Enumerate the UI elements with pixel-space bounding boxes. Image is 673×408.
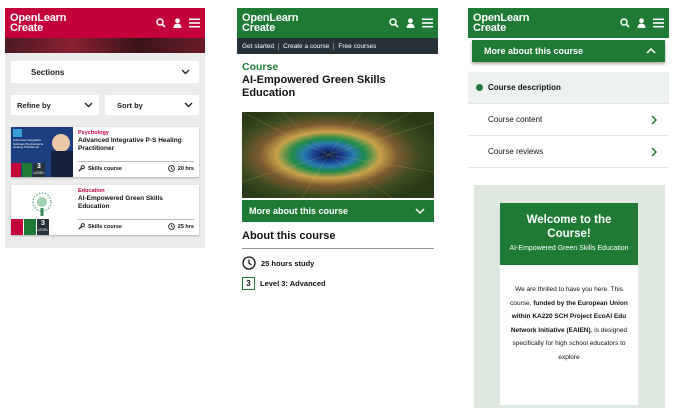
welcome-title: Welcome to the Course!	[526, 214, 612, 240]
search-icon[interactable]	[389, 18, 399, 28]
course-hours: 25 hrs	[167, 223, 194, 230]
search-icon[interactable]	[620, 18, 630, 28]
sort-label: Sort by	[117, 100, 143, 110]
welcome-text: We are thrilled to have you here. This c…	[500, 265, 638, 405]
menu-item-course-reviews[interactable]: Course reviews	[468, 136, 669, 168]
menu-item-course-description[interactable]: Course description	[468, 72, 669, 104]
refine-label: Refine by	[17, 100, 51, 110]
wrench-icon	[78, 165, 85, 172]
thumbnail-caption: Advanced Integrative Spiritual-Psycholog…	[13, 138, 44, 150]
menu-item-label: Course content	[488, 115, 543, 124]
course-label: Course	[242, 61, 279, 73]
course-level: 3 Level 3: Advanced	[242, 277, 438, 290]
level-badge: 3 LEVEL	[37, 220, 49, 232]
logo-line2: Create	[242, 22, 276, 34]
course-hours: 20 hrs	[167, 165, 194, 172]
logo-line2: Create	[10, 22, 44, 34]
user-icon[interactable]	[173, 18, 182, 28]
chevron-up-icon	[646, 48, 656, 54]
user-icon[interactable]	[406, 18, 415, 28]
openlearn-logo[interactable]: OpenLearn Create	[242, 13, 298, 34]
active-dot	[476, 84, 483, 92]
site-header: OpenLearn Create	[237, 8, 438, 38]
menu-item-label: Course description	[488, 83, 561, 92]
welcome-banner: Welcome to the Course! AI-Empowered Gree…	[500, 203, 638, 265]
nav-free-courses[interactable]: Free courses	[338, 43, 380, 50]
more-about-label: More about this course	[484, 46, 584, 56]
course-category: Psychology	[78, 130, 109, 136]
course-category: Education	[78, 188, 105, 194]
clock-icon	[242, 256, 256, 270]
level-badge: 3 LEVEL	[33, 163, 45, 175]
menu-item-label: Course reviews	[488, 147, 544, 156]
course-description-section: Welcome to the Course! AI-Empowered Gree…	[474, 185, 665, 408]
course-detail-screen: OpenLearn Create Get started Create a co…	[237, 8, 438, 328]
course-card[interactable]: Advanced Integrative Spiritual-Psycholog…	[11, 127, 199, 177]
menu-item-course-content[interactable]: Course content	[468, 104, 669, 136]
course-hero-image	[241, 111, 435, 199]
wrench-icon	[78, 223, 85, 230]
sections-dropdown[interactable]: Sections	[11, 61, 199, 83]
course-card[interactable]: 3 LEVEL Education AI-Empowered Green Ski…	[11, 185, 199, 235]
course-type: Skills course	[78, 223, 122, 230]
chevron-down-icon	[84, 102, 93, 108]
course-thumbnail: 3 LEVEL	[11, 185, 73, 235]
site-header: OpenLearn Create	[5, 8, 205, 38]
site-header: OpenLearn Create	[468, 8, 669, 38]
welcome-subtitle: AI-Empowered Green Skills Education	[509, 245, 629, 252]
nav-get-started[interactable]: Get started	[242, 42, 280, 50]
clock-icon	[167, 165, 175, 172]
course-title: AI-Empowered Green Skills Education	[242, 74, 386, 99]
more-about-course-toggle[interactable]: More about this course	[242, 200, 434, 222]
menu-icon[interactable]	[189, 18, 200, 28]
header-banner	[5, 38, 205, 53]
refine-by-dropdown[interactable]: Refine by	[11, 95, 99, 115]
chevron-right-icon	[651, 146, 657, 157]
search-icon[interactable]	[156, 18, 166, 28]
course-thumbnail: Advanced Integrative Spiritual-Psycholog…	[11, 127, 73, 177]
openlearn-logo[interactable]: OpenLearn Create	[473, 13, 529, 34]
sub-navigation: Get started Create a course Free courses	[237, 38, 438, 54]
level-text: Level 3: Advanced	[260, 279, 326, 288]
user-icon[interactable]	[637, 18, 646, 28]
chevron-down-icon	[415, 208, 425, 214]
nav-create-course[interactable]: Create a course	[283, 42, 335, 50]
chevron-down-icon	[184, 102, 193, 108]
level-number-box: 3	[242, 277, 255, 290]
about-heading: About this course	[242, 230, 434, 249]
menu-icon[interactable]	[422, 18, 433, 28]
study-hours-text: 25 hours study	[261, 258, 315, 268]
study-hours: 25 hours study	[242, 256, 438, 270]
course-type: Skills course	[78, 165, 122, 172]
course-menu-screen: OpenLearn Create More about this course …	[468, 8, 669, 408]
chevron-right-icon	[651, 114, 657, 125]
course-title[interactable]: AI-Empowered Green Skills Education	[78, 195, 195, 210]
logo-line2: Create	[473, 22, 507, 34]
more-about-label: More about this course	[249, 206, 349, 216]
more-about-course-toggle[interactable]: More about this course	[472, 40, 665, 62]
course-title[interactable]: Advanced Integrative P-S Healing Practit…	[78, 137, 195, 152]
menu-icon[interactable]	[653, 18, 664, 28]
course-list-screen: OpenLearn Create Sections Refine by Sort…	[5, 8, 205, 248]
chevron-down-icon	[181, 69, 190, 75]
openlearn-logo[interactable]: OpenLearn Create	[10, 13, 66, 34]
sections-label: Sections	[31, 67, 65, 77]
sort-by-dropdown[interactable]: Sort by	[105, 95, 199, 115]
clock-icon	[167, 223, 175, 230]
